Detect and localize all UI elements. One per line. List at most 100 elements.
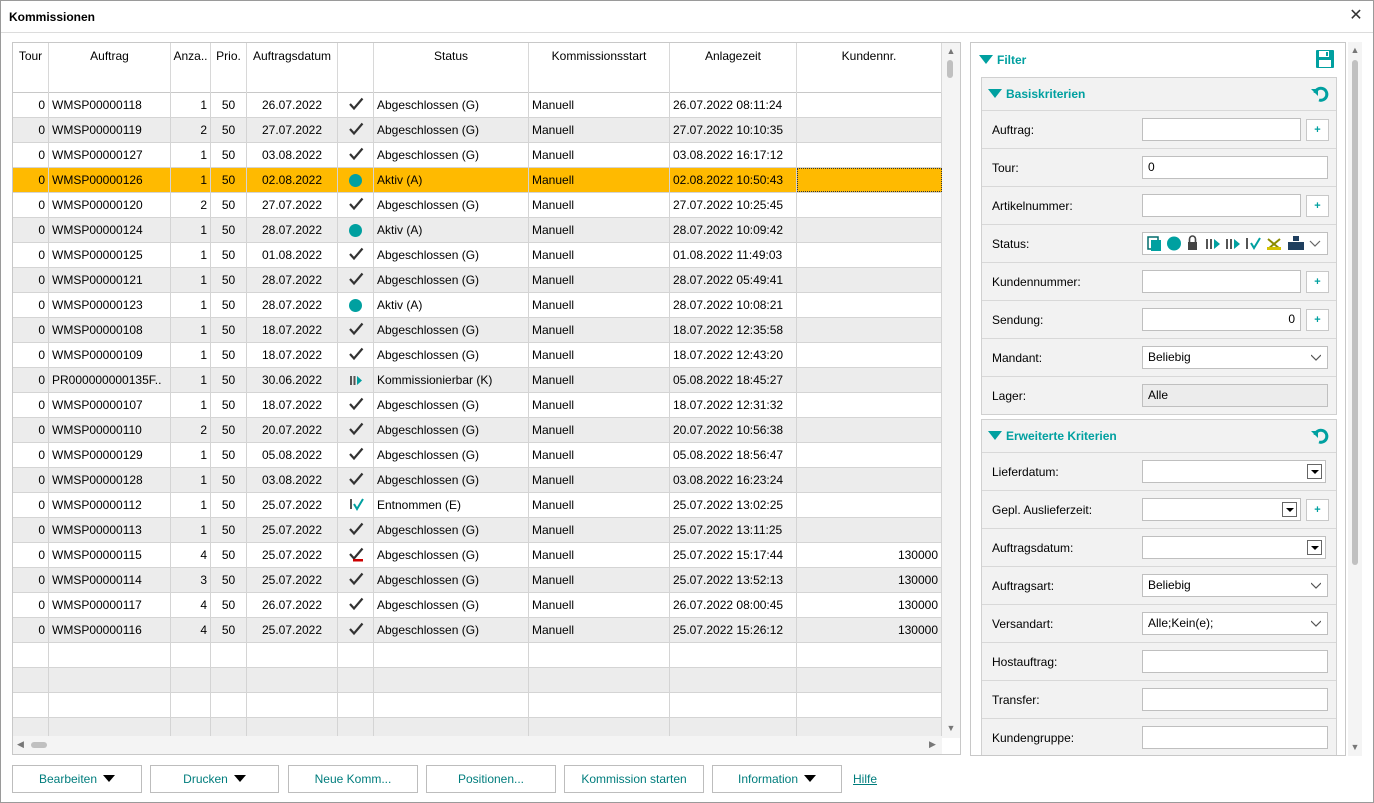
kundengruppe-input[interactable] [1142, 726, 1328, 749]
date-dropdown-icon[interactable] [1282, 502, 1297, 517]
table-row[interactable]: 0 WMSP00000107 1 50 18.07.2022 Abgeschlossen … [13, 393, 942, 418]
grid-vertical-scrollbar[interactable]: ▲ ▼ [942, 43, 960, 738]
table-row[interactable]: 0 WMSP00000116 4 50 25.07.2022 Abgeschlossen … [13, 618, 942, 643]
empty-table-row[interactable] [13, 693, 942, 718]
filter-scrollbar[interactable]: ▲ ▼ [1348, 42, 1362, 756]
basiskriterien-section: Basiskriterien Auftrag: + Tour: 0 Artike… [981, 77, 1337, 415]
column-header-tour[interactable]: Tour [13, 43, 49, 93]
sendung-input[interactable]: 0 [1142, 308, 1301, 331]
cell-status: Abgeschlossen (G) [374, 318, 529, 342]
mandant-select[interactable]: Beliebig [1142, 346, 1328, 369]
cell-anlage [670, 693, 797, 717]
save-icon[interactable] [1315, 49, 1335, 69]
cell-start [529, 668, 670, 692]
table-row[interactable]: 0 WMSP00000108 1 50 18.07.2022 Abgeschlossen … [13, 318, 942, 343]
column-header-status[interactable]: Status [374, 43, 529, 93]
kundennummer-input[interactable] [1142, 270, 1301, 293]
table-row[interactable]: 0 WMSP00000129 1 50 05.08.2022 Abgeschlossen … [13, 443, 942, 468]
hilfe-link[interactable]: Hilfe [853, 772, 877, 786]
hscroll-thumb[interactable] [31, 742, 47, 748]
table-row[interactable]: 0 WMSP00000119 2 50 27.07.2022 Abgeschlossen … [13, 118, 942, 143]
scroll-right-icon[interactable]: ▶ [929, 739, 936, 750]
column-header-anlage[interactable]: Anlagezeit [670, 43, 797, 93]
gepl-auslieferzeit-add-button[interactable]: + [1306, 499, 1329, 521]
erweiterte-kriterien-header[interactable]: Erweiterte Kriterien [982, 420, 1336, 452]
bearbeiten-button[interactable]: Bearbeiten [12, 765, 142, 793]
artikelnummer-input[interactable] [1142, 194, 1301, 217]
empty-table-row[interactable] [13, 668, 942, 693]
cell-prio: 50 [211, 568, 247, 592]
empty-table-row[interactable] [13, 718, 942, 738]
cell-kunde [797, 193, 942, 217]
cell-tour: 0 [13, 418, 49, 442]
column-header-anzahl[interactable]: Anza.. [171, 43, 211, 93]
date-dropdown-icon[interactable] [1307, 540, 1322, 555]
hostauftrag-input[interactable] [1142, 650, 1328, 673]
table-row[interactable]: 0 WMSP00000124 1 50 28.07.2022 Aktiv (A) Manue… [13, 218, 942, 243]
scroll-down-icon[interactable]: ▼ [1349, 742, 1361, 752]
auftrag-add-button[interactable]: + [1306, 119, 1329, 141]
kommission-starten-button[interactable]: Kommission starten [564, 765, 704, 793]
scroll-down-icon[interactable]: ▼ [945, 723, 957, 733]
table-row[interactable]: 0 WMSP00000128 1 50 03.08.2022 Abgeschlossen … [13, 468, 942, 493]
empty-table-row[interactable] [13, 643, 942, 668]
collapse-triangle-icon[interactable] [988, 89, 1002, 98]
collapse-triangle-icon[interactable] [988, 431, 1002, 440]
scroll-up-icon[interactable]: ▲ [945, 46, 957, 56]
versandart-select[interactable]: Alle;Kein(e); [1142, 612, 1328, 635]
filter-scroll-thumb[interactable] [1352, 60, 1358, 565]
table-row[interactable]: 0 WMSP00000109 1 50 18.07.2022 Abgeschlossen … [13, 343, 942, 368]
table-row[interactable]: 0 WMSP00000126 1 50 02.08.2022 Aktiv (A) Manue… [13, 168, 942, 193]
collapse-triangle-icon[interactable] [979, 55, 993, 64]
column-header-datum[interactable]: Auftragsdatum [247, 43, 338, 93]
grid-horizontal-scrollbar[interactable]: ◀ ▶ [13, 736, 942, 754]
table-row[interactable]: 0 WMSP00000118 1 50 26.07.2022 Abgeschlossen … [13, 93, 942, 118]
column-header-prio[interactable]: Prio. [211, 43, 247, 93]
auftragsart-select[interactable]: Beliebig [1142, 574, 1328, 597]
table-row[interactable]: 0 WMSP00000114 3 50 25.07.2022 Abgeschlossen … [13, 568, 942, 593]
cell-auftrag: WMSP00000114 [49, 568, 171, 592]
column-header-kunde[interactable]: Kundennr. [797, 43, 942, 93]
scroll-up-icon[interactable]: ▲ [1349, 45, 1361, 55]
table-row[interactable]: 0 WMSP00000115 4 50 25.07.2022 Abgeschlossen … [13, 543, 942, 568]
table-row[interactable]: 0 WMSP00000110 2 50 20.07.2022 Abgeschlossen … [13, 418, 942, 443]
cell-status [374, 718, 529, 738]
cell-auftrag: WMSP00000129 [49, 443, 171, 467]
table-row[interactable]: 0 WMSP00000117 4 50 26.07.2022 Abgeschlossen … [13, 593, 942, 618]
title-bar: Kommissionen ✕ [1, 1, 1373, 33]
close-icon[interactable]: ✕ [1347, 7, 1365, 25]
scroll-thumb[interactable] [947, 60, 953, 78]
transfer-input[interactable] [1142, 688, 1328, 711]
reset-icon[interactable] [1310, 426, 1330, 446]
scroll-left-icon[interactable]: ◀ [17, 739, 24, 750]
auftrag-input[interactable] [1142, 118, 1301, 141]
filter-header[interactable]: Filter [971, 43, 1345, 75]
sendung-add-button[interactable]: + [1306, 309, 1329, 331]
table-row[interactable]: 0 WMSP00000121 1 50 28.07.2022 Abgeschlossen … [13, 268, 942, 293]
information-button[interactable]: Information [712, 765, 842, 793]
table-row[interactable]: 0 WMSP00000123 1 50 28.07.2022 Aktiv (A) Manue… [13, 293, 942, 318]
lieferdatum-input[interactable] [1142, 460, 1326, 483]
kundennummer-add-button[interactable]: + [1306, 271, 1329, 293]
table-row[interactable]: 0 WMSP00000113 1 50 25.07.2022 Abgeschlossen … [13, 518, 942, 543]
reset-icon[interactable] [1310, 84, 1330, 104]
table-row[interactable]: 0 PR000000000135F.. 1 50 30.06.2022 Kommissio… [13, 368, 942, 393]
table-row[interactable]: 0 WMSP00000112 1 50 25.07.2022 Entnommen (E) M… [13, 493, 942, 518]
column-header-auftrag[interactable]: Auftrag [49, 43, 171, 93]
basiskriterien-header[interactable]: Basiskriterien [982, 78, 1336, 110]
table-row[interactable]: 0 WMSP00000127 1 50 03.08.2022 Abgeschlossen … [13, 143, 942, 168]
column-header-start[interactable]: Kommissionsstart [529, 43, 670, 93]
status-multiselect[interactable] [1142, 232, 1328, 255]
date-dropdown-icon[interactable] [1307, 464, 1322, 479]
auftragsdatum-input[interactable] [1142, 536, 1326, 559]
table-row[interactable]: 0 WMSP00000125 1 50 01.08.2022 Abgeschlossen … [13, 243, 942, 268]
gepl-auslieferzeit-input[interactable] [1142, 498, 1301, 521]
table-row[interactable]: 0 WMSP00000120 2 50 27.07.2022 Abgeschlossen … [13, 193, 942, 218]
positionen-button[interactable]: Positionen... [426, 765, 556, 793]
cell-icon [338, 518, 374, 542]
tour-input[interactable]: 0 [1142, 156, 1328, 179]
column-header-icon[interactable] [338, 43, 374, 93]
artikelnummer-add-button[interactable]: + [1306, 195, 1329, 217]
drucken-button[interactable]: Drucken [150, 765, 279, 793]
neue-kommission-button[interactable]: Neue Komm... [288, 765, 418, 793]
